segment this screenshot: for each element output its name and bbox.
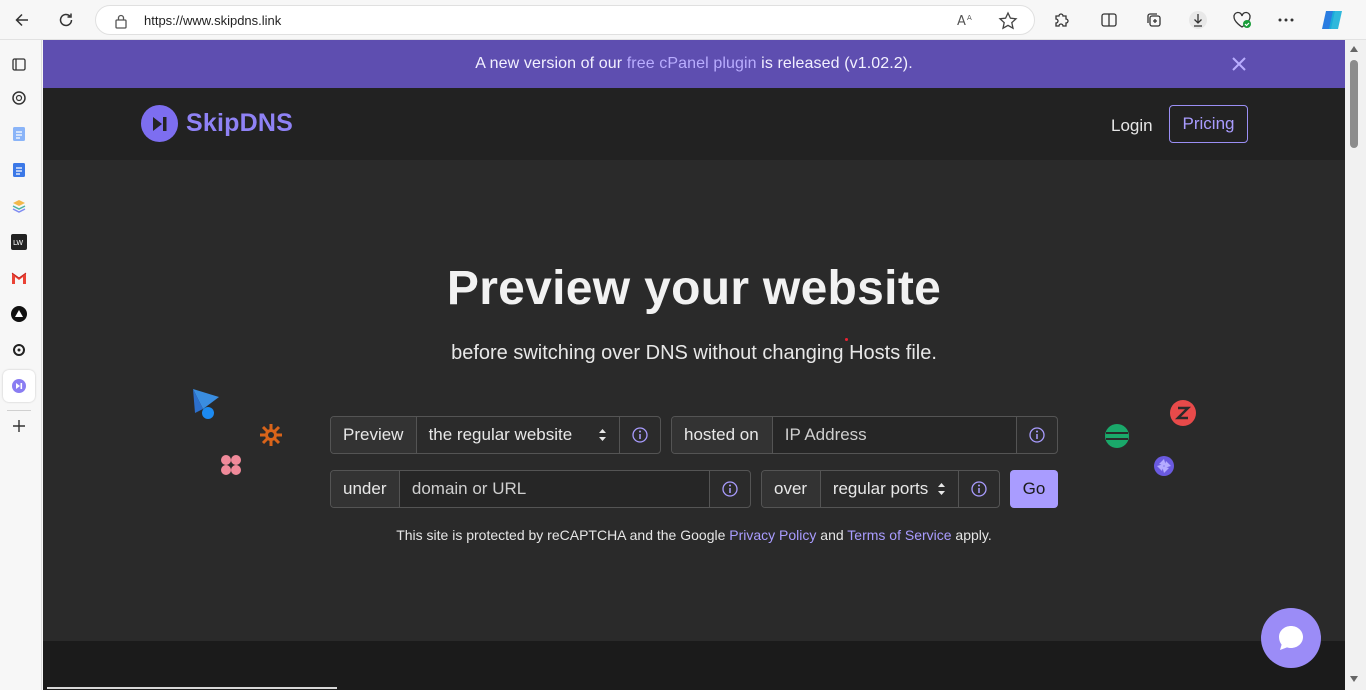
domain-url-input[interactable]: domain or URL [399, 471, 711, 507]
site-header: SkipDNS Login Pricing [43, 88, 1345, 160]
hosted-on-group: hosted on IP Address [671, 416, 1058, 454]
browser-sidebar: LW [0, 40, 42, 690]
domain-url-placeholder: domain or URL [411, 479, 527, 498]
scroll-thumb[interactable] [1350, 60, 1358, 148]
chatgpt-tab-icon[interactable] [9, 88, 29, 108]
svg-text:LW: LW [13, 239, 23, 247]
svg-text:A: A [967, 14, 972, 22]
page-subtitle: before switching over DNS without changi… [451, 342, 937, 364]
select-arrows-icon [599, 429, 607, 441]
decor-sun-icon [259, 423, 283, 452]
login-link[interactable]: Login [1111, 116, 1153, 136]
more-options-icon[interactable] [1272, 6, 1300, 34]
docs-tab-icon[interactable] [9, 124, 29, 144]
ports-value: regular ports [832, 479, 929, 498]
downloads-icon[interactable] [1184, 6, 1212, 34]
copilot-icon[interactable] [1318, 6, 1346, 34]
collections-icon[interactable] [1140, 6, 1168, 34]
recaptcha-notice: This site is protected by reCAPTCHA and … [43, 527, 1345, 543]
ip-address-placeholder: IP Address [784, 425, 867, 444]
svg-text:A: A [957, 14, 966, 29]
sidebar-divider [7, 410, 31, 411]
page-scrollbar[interactable] [1345, 40, 1366, 690]
new-tab-plus-icon[interactable] [9, 416, 29, 436]
docs-tab-icon-2[interactable] [9, 160, 29, 180]
page-title: Preview your website [446, 262, 942, 315]
decor-pinwheel-icon [1153, 455, 1175, 482]
lock-icon [114, 13, 128, 34]
banner-message: A new version of our free cPanel plugin … [43, 55, 1345, 73]
ports-select[interactable]: regular ports [821, 471, 960, 507]
banner-text-suffix: is released (v1.02.2). [756, 55, 913, 72]
ip-info-icon[interactable] [1017, 417, 1057, 453]
announcement-banner: A new version of our free cPanel plugin … [43, 40, 1345, 88]
scroll-down-arrow-icon[interactable] [1350, 676, 1358, 682]
legal-suffix: apply. [951, 527, 992, 543]
privacy-policy-link[interactable]: Privacy Policy [729, 527, 816, 543]
pricing-button[interactable]: Pricing [1169, 105, 1248, 143]
skipdns-logo[interactable]: SkipDNS [141, 105, 293, 142]
page-viewport: A new version of our free cPanel plugin … [43, 40, 1345, 690]
skipdns-tab-icon[interactable] [9, 376, 29, 396]
ip-address-input[interactable]: IP Address [772, 417, 1018, 453]
url-text: https://www.skipdns.link [144, 13, 282, 28]
terms-of-service-link[interactable]: Terms of Service [847, 527, 951, 543]
legal-and: and [816, 527, 848, 543]
browser-toolbar: https://www.skipdns.link AA [0, 0, 1366, 40]
under-label: under [331, 471, 400, 507]
close-icon[interactable] [1230, 55, 1248, 73]
preview-label: Preview [331, 417, 417, 453]
chat-widget-button[interactable] [1261, 608, 1321, 668]
cpanel-plugin-link[interactable]: free cPanel plugin [627, 55, 757, 72]
over-label: over [762, 471, 821, 507]
tab-actions-icon[interactable] [9, 54, 29, 74]
favorite-star-icon[interactable] [998, 11, 1018, 36]
domain-input-group: under domain or URL [330, 470, 751, 508]
extensions-icon[interactable] [1047, 6, 1075, 34]
chat-bubble-icon [1279, 626, 1303, 650]
domain-info-icon[interactable] [710, 471, 750, 507]
decor-bolt-icon [1169, 399, 1197, 432]
preview-mode-value: the regular website [428, 425, 573, 444]
next-section [43, 641, 1345, 690]
preview-info-icon[interactable] [620, 417, 660, 453]
decor-flower-icon [219, 453, 243, 482]
lw-tab-icon[interactable]: LW [9, 232, 29, 252]
brand-name: SkipDNS [186, 109, 293, 137]
openai-tab-icon[interactable] [9, 340, 29, 360]
scroll-up-arrow-icon[interactable] [1350, 46, 1358, 52]
hosted-on-label: hosted on [672, 417, 773, 453]
decor-kite-icon [185, 385, 223, 428]
read-aloud-icon[interactable]: AA [956, 11, 976, 34]
split-screen-icon[interactable] [1095, 6, 1123, 34]
layers-tab-icon[interactable] [9, 196, 29, 216]
footer-divider [47, 687, 337, 689]
legal-prefix: This site is protected by reCAPTCHA and … [396, 527, 730, 543]
address-bar[interactable]: https://www.skipdns.link AA [95, 5, 1035, 35]
refresh-icon[interactable] [52, 6, 80, 34]
decor-ball-icon [1104, 423, 1130, 454]
browser-essentials-icon[interactable] [1228, 6, 1256, 34]
cursor-dot [845, 338, 848, 341]
banner-text-prefix: A new version of our [475, 55, 627, 72]
back-icon[interactable] [8, 6, 36, 34]
ports-select-group: over regular ports [761, 470, 1000, 508]
preview-select-group: Preview the regular website [330, 416, 661, 454]
ports-info-icon[interactable] [959, 471, 999, 507]
gmail-tab-icon[interactable] [9, 268, 29, 288]
skipdns-logo-mark-icon [141, 105, 178, 142]
go-button[interactable]: Go [1010, 470, 1058, 508]
triangle-tab-icon[interactable] [9, 304, 29, 324]
select-arrows-icon [938, 483, 946, 495]
preview-mode-select[interactable]: the regular website [417, 417, 621, 453]
hero-section [43, 160, 1345, 641]
